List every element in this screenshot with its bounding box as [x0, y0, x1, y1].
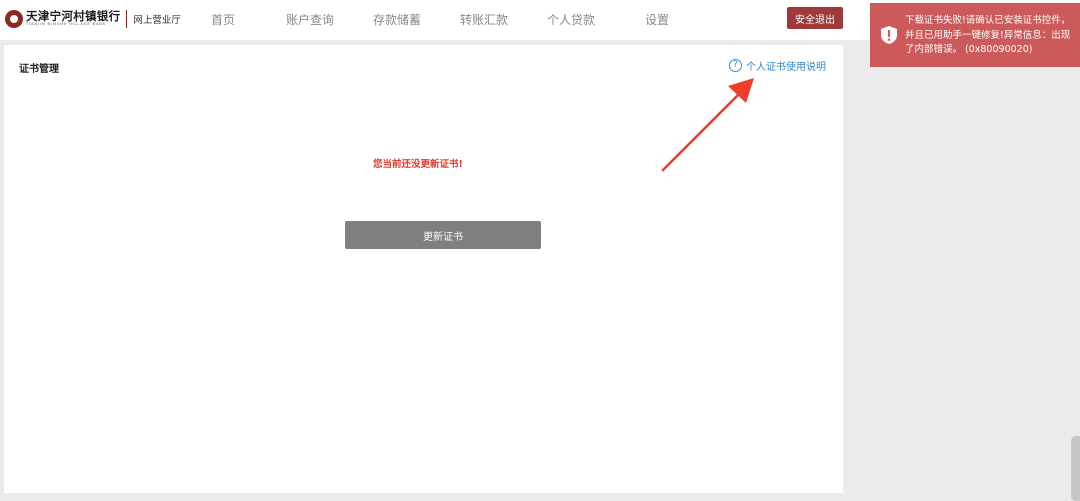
error-toast: 下载证书失败!请确认已安装证书控件，并且已用助手一键修复!异常信息：出现了内部错… [870, 3, 1080, 67]
nav-item-account-query[interactable]: 账户查询 [286, 11, 334, 28]
site-subtitle: 网上营业厅 [133, 15, 181, 26]
help-link-label: 个人证书使用说明 [746, 62, 826, 73]
nav-item-transfer[interactable]: 转账汇款 [460, 11, 508, 28]
update-certificate-button[interactable]: 更新证书 [345, 221, 541, 249]
certificate-notice: 您当前还没更新证书! [373, 159, 463, 170]
panel-title: 证书管理 [19, 64, 59, 75]
scrollbar-thumb[interactable] [1071, 436, 1080, 501]
logout-button[interactable]: 安全退出 [787, 7, 843, 29]
nav-item-deposits[interactable]: 存款储蓄 [373, 11, 421, 28]
red-arrow-annotation-icon [661, 78, 754, 172]
shield-exclamation-icon [881, 26, 897, 44]
bank-name-english: TIANJIN NINGHE VILLAGE BANK [26, 22, 107, 27]
logo-divider [126, 10, 128, 28]
bank-emblem-icon [5, 10, 23, 28]
nav-item-home[interactable]: 首页 [211, 11, 235, 28]
bank-logo[interactable]: 天津宁河村镇银行 TIANJIN NINGHE VILLAGE BANK 网上营… [5, 9, 181, 29]
error-message: 下载证书失败!请确认已安装证书控件，并且已用助手一键修复!异常信息：出现了内部错… [905, 15, 1071, 55]
bank-name-block: 天津宁河村镇银行 TIANJIN NINGHE VILLAGE BANK [26, 8, 121, 27]
bank-name: 天津宁河村镇银行 [26, 8, 121, 23]
nav-item-settings[interactable]: 设置 [645, 11, 669, 28]
certificate-help-link[interactable]: ? 个人证书使用说明 [729, 58, 826, 73]
question-circle-icon: ? [729, 59, 742, 72]
nav-item-personal-loan[interactable]: 个人贷款 [547, 11, 595, 28]
